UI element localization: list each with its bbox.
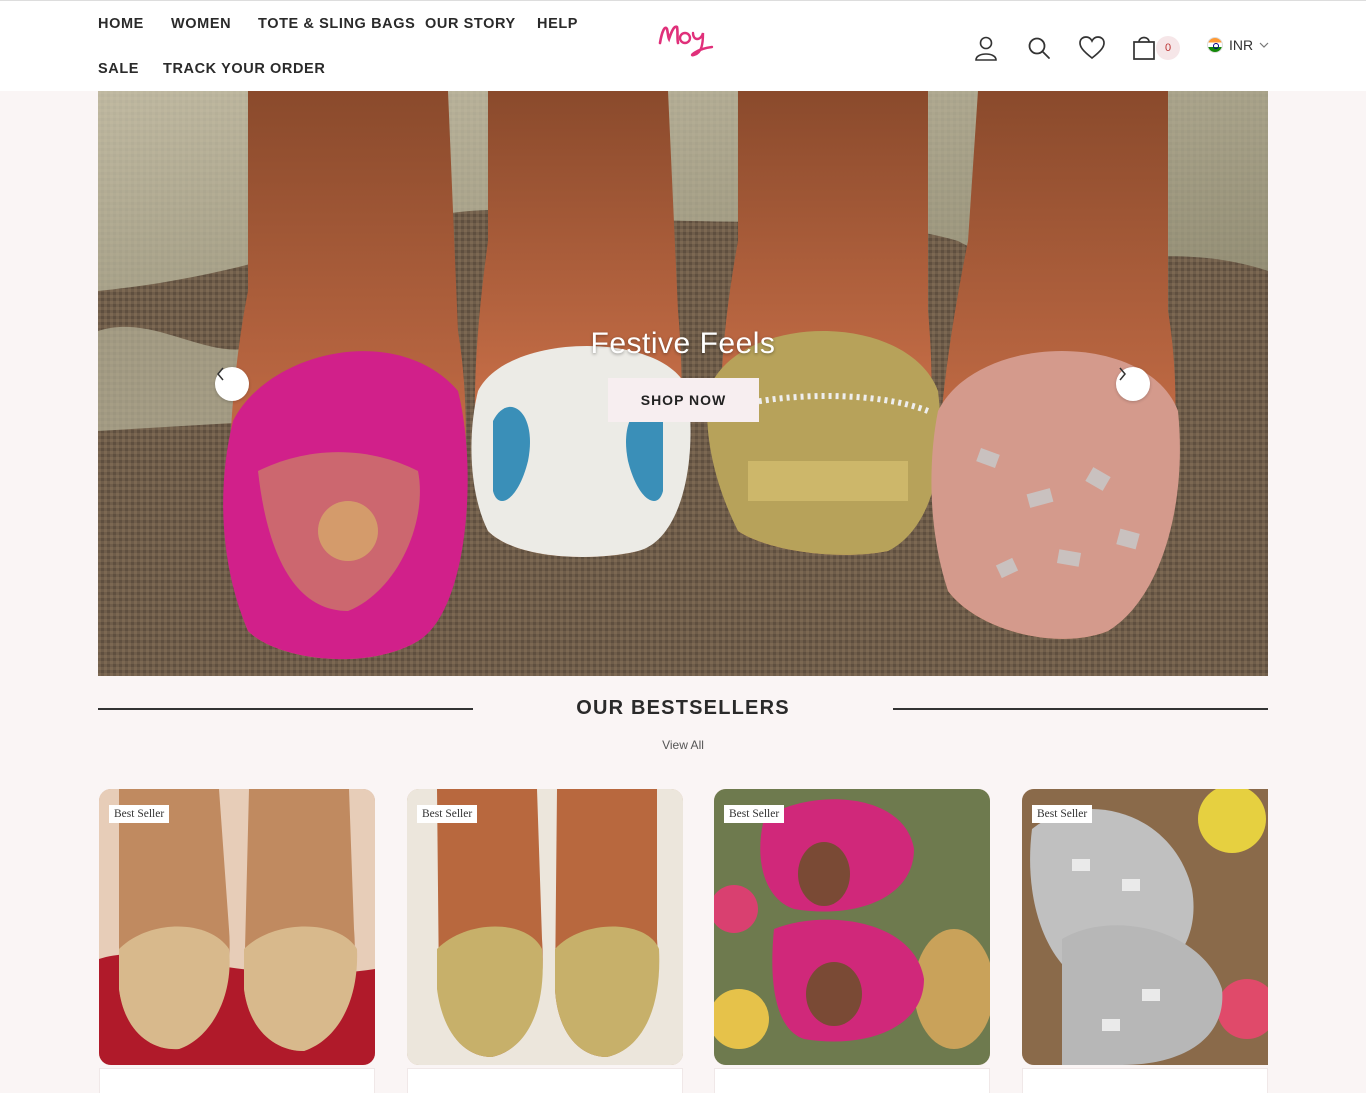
header: HOME WOMEN TOTE & SLING BAGS OUR STORY H… [0,0,1366,91]
nav-our-story[interactable]: OUR STORY [425,16,516,32]
product-card[interactable]: Best Seller [1022,789,1268,1065]
carousel-prev-button[interactable] [215,367,249,401]
divider-right [893,708,1268,710]
product-info-strip [1022,1068,1268,1093]
product-image [1022,789,1268,1065]
best-seller-badge: Best Seller [109,805,170,823]
best-seller-badge: Best Seller [1032,805,1093,823]
account-button[interactable] [971,31,1001,65]
nav-sale[interactable]: SALE [98,61,139,77]
nav-tote-sling-bags[interactable]: TOTE & SLING BAGS [258,16,415,32]
bestsellers-header: OUR BESTSELLERS [98,694,1268,724]
brand-logo-mark [658,25,714,57]
carousel-next-button[interactable] [1116,367,1150,401]
product-image [407,789,683,1065]
product-card[interactable]: Best Seller [714,789,990,1065]
brand-logo[interactable] [656,17,716,61]
shop-now-button[interactable]: SHOP NOW [608,378,759,422]
user-icon [975,36,997,61]
search-button[interactable] [1024,31,1054,65]
currency-label: INR [1229,37,1254,53]
best-seller-badge: Best Seller [724,805,785,823]
wishlist-button[interactable] [1077,31,1107,65]
product-image [99,789,375,1065]
nav-track-your-order[interactable]: TRACK YOUR ORDER [163,61,325,77]
currency-selector[interactable]: INR [1207,37,1269,53]
product-card[interactable]: Best Seller [407,789,683,1065]
product-image [714,789,990,1065]
nav-women[interactable]: WOMEN [171,16,231,32]
search-icon [1028,37,1050,59]
cart-button[interactable] [1129,30,1159,64]
best-seller-badge: Best Seller [417,805,478,823]
product-info-strip [714,1068,990,1093]
chevron-left-icon [217,367,224,381]
product-info-strip [99,1068,375,1093]
chevron-down-icon [1259,42,1269,48]
hero-banner: Festive Feels SHOP NOW [98,91,1268,676]
cart-icon [1133,36,1155,60]
cart-count-badge: 0 [1156,36,1180,60]
india-flag-icon [1207,37,1223,53]
product-info-strip [407,1068,683,1093]
heart-icon [1079,36,1105,60]
nav-help[interactable]: HELP [537,16,578,32]
nav-home[interactable]: HOME [98,16,144,32]
chevron-right-icon [1119,367,1126,381]
hero-title: Festive Feels [590,327,776,360]
view-all-link[interactable]: View All [0,738,1366,752]
product-card[interactable]: Best Seller [99,789,375,1065]
